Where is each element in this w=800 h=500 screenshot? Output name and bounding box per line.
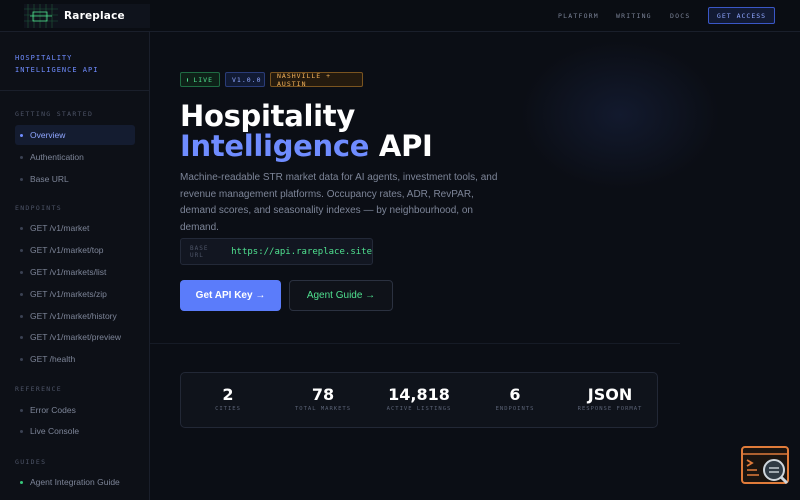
sidebar-item-label: GET /v1/markets/zip [30, 289, 107, 299]
bullet-icon [20, 177, 23, 181]
stat-value: 14,818 [388, 385, 450, 404]
sidebar-item-label: Live Console [30, 426, 80, 436]
stat-label: RESPONSE FORMAT [577, 406, 643, 412]
sidebar-item-label: Error Codes [30, 405, 76, 415]
docs-sidebar: HOSPITALITY INTELLIGENCE API GETTING STA… [0, 32, 150, 500]
sidebar-item-label: GET /v1/market/preview [30, 332, 122, 342]
stat-value: JSON [587, 385, 633, 404]
live-badge: LIVE [180, 72, 220, 87]
nav-platform[interactable]: PLATFORM [558, 12, 599, 20]
nav-docs[interactable]: DOCS [670, 12, 690, 20]
sidebar-item-market-preview[interactable]: GET /v1/market/preview [15, 327, 135, 347]
stat-label: TOTAL MARKETS [294, 406, 352, 412]
location-badge: NASHVILLE + AUSTIN [270, 72, 363, 88]
sidebar-item-agent-guide[interactable]: Agent Integration Guide [15, 472, 135, 492]
stat-response-format: JSON RESPONSE FORMAT [565, 373, 655, 429]
section-guides: GUIDES [15, 458, 47, 466]
bullet-icon [20, 408, 23, 412]
terminal-search-icon[interactable] [741, 446, 791, 486]
bullet-icon [20, 270, 23, 274]
sidebar-item-label: GET /v1/market [30, 223, 90, 233]
brand-logo[interactable]: Rareplace [24, 4, 150, 28]
sidebar-divider [0, 90, 150, 91]
hero-description: Machine-readable STR market data for AI … [180, 172, 498, 233]
sidebar-item-markets-list[interactable]: GET /v1/markets/list [15, 262, 135, 282]
stat-cities: 2 CITIES [183, 373, 273, 429]
stat-label: ENDPOINTS [495, 406, 535, 412]
base-url-label: BASE URL [190, 244, 209, 259]
sidebar-item-label: GET /health [30, 354, 76, 364]
bullet-icon [20, 480, 23, 484]
bullet-icon [20, 357, 23, 361]
title-rest: API [378, 129, 433, 163]
sidebar-item-overview[interactable]: Overview [15, 125, 135, 145]
title-accent: Intelligence [180, 129, 370, 163]
stat-active-listings: 14,818 ACTIVE LISTINGS [374, 373, 464, 429]
sidebar-item-label: Overview [30, 130, 66, 140]
section-divider [150, 343, 680, 344]
sidebar-item-label: GET /v1/markets/list [30, 267, 107, 277]
logo-grid-icon [24, 4, 58, 28]
bullet-icon [20, 335, 23, 339]
sidebar-item-health[interactable]: GET /health [15, 349, 135, 369]
stat-value: 78 [311, 385, 335, 404]
section-getting-started: GETTING STARTED [15, 110, 94, 118]
sidebar-item-live-console[interactable]: Live Console [15, 421, 135, 441]
nav-writing[interactable]: WRITING [616, 12, 652, 20]
page-title-line1: Hospitality [180, 99, 355, 133]
stat-label: ACTIVE LISTINGS [386, 406, 452, 412]
bullet-icon [20, 248, 23, 252]
page-title-line2: Intelligence API [180, 129, 433, 163]
live-badge-label: LIVE [193, 75, 213, 84]
sidebar-item-market-top[interactable]: GET /v1/market/top [15, 240, 135, 260]
bullet-icon [20, 155, 23, 159]
bullet-icon [20, 292, 23, 296]
section-reference: REFERENCE [15, 385, 62, 393]
sidebar-item-base-url[interactable]: Base URL [15, 169, 135, 189]
base-url-value: https://api.rareplace.site [231, 246, 372, 257]
sidebar-item-label: Agent Integration Guide [30, 477, 120, 487]
sidebar-item-market-history[interactable]: GET /v1/market/history [15, 306, 135, 326]
stat-label: CITIES [215, 406, 241, 412]
sidebar-item-label: GET /v1/market/top [30, 245, 104, 255]
live-dot-icon [187, 77, 189, 82]
sidebar-item-markets-zip[interactable]: GET /v1/markets/zip [15, 284, 135, 304]
sidebar-item-label: Base URL [30, 174, 69, 184]
stat-total-markets: 78 TOTAL MARKETS [278, 373, 368, 429]
get-access-button[interactable]: GET ACCESS [708, 7, 775, 24]
bullet-icon [20, 226, 23, 230]
bullet-icon [20, 429, 23, 433]
sidebar-title: HOSPITALITY INTELLIGENCE API [15, 54, 99, 74]
background-glow [520, 40, 720, 190]
brand-name: Rareplace [64, 10, 125, 22]
get-api-key-button[interactable]: Get API Key → [180, 280, 281, 311]
sidebar-item-authentication[interactable]: Authentication [15, 147, 135, 167]
stat-value: 6 [509, 385, 521, 404]
top-bar: Rareplace PLATFORM WRITING DOCS GET ACCE… [0, 0, 800, 32]
sidebar-item-label: GET /v1/market/history [30, 311, 117, 321]
stat-endpoints: 6 ENDPOINTS [470, 373, 560, 429]
sidebar-item-error-codes[interactable]: Error Codes [15, 400, 135, 420]
base-url-box[interactable]: BASE URL https://api.rareplace.site [180, 238, 373, 265]
version-badge: V1.0.0 [225, 72, 265, 87]
bullet-icon [20, 133, 23, 137]
stat-value: 2 [222, 385, 234, 404]
sidebar-item-market[interactable]: GET /v1/market [15, 218, 135, 238]
section-endpoints: ENDPOINTS [15, 204, 62, 212]
stats-panel: 2 CITIES 78 TOTAL MARKETS 14,818 ACTIVE … [180, 372, 658, 428]
bullet-icon [20, 314, 23, 318]
sidebar-item-label: Authentication [30, 152, 84, 162]
agent-guide-button[interactable]: Agent Guide → [289, 280, 393, 311]
